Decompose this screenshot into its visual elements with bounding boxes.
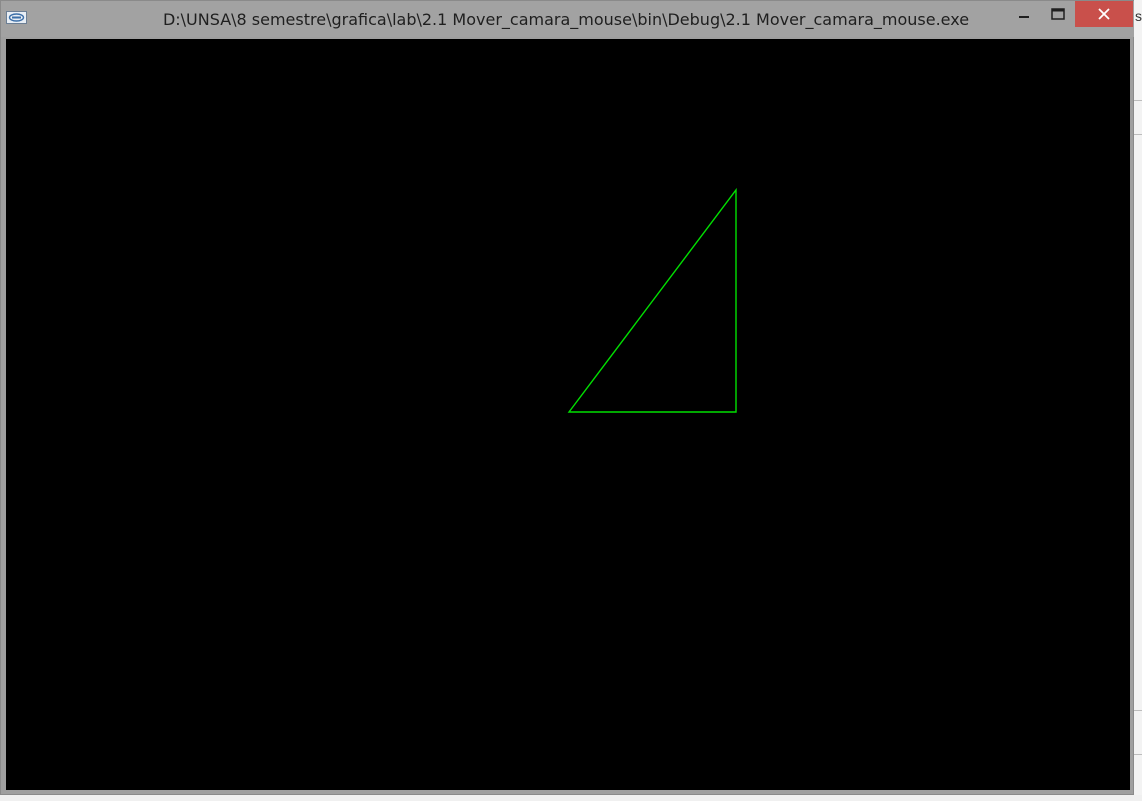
minimize-button[interactable] — [1007, 1, 1041, 27]
edge-divider — [1134, 134, 1142, 135]
app-window: D:\UNSA\8 semestre\grafica\lab\2.1 Mover… — [0, 0, 1135, 795]
background-bottom-edge — [0, 795, 1142, 801]
background-text-fragment: s — [1135, 8, 1142, 24]
application-icon[interactable] — [6, 11, 27, 24]
edge-divider — [1134, 100, 1142, 101]
close-button[interactable] — [1075, 1, 1133, 27]
edge-divider — [1134, 710, 1142, 711]
window-title: D:\UNSA\8 semestre\grafica\lab\2.1 Mover… — [162, 10, 970, 29]
render-canvas — [567, 187, 737, 413]
close-icon — [1098, 5, 1110, 24]
maximize-button[interactable] — [1041, 1, 1075, 27]
background-window-edge — [1134, 0, 1142, 801]
edge-divider — [1134, 754, 1142, 755]
green-triangle — [567, 187, 737, 413]
minimize-icon — [1018, 5, 1030, 24]
title-bar[interactable]: D:\UNSA\8 semestre\grafica\lab\2.1 Mover… — [1, 1, 1135, 37]
render-viewport[interactable] — [6, 39, 1130, 790]
maximize-icon — [1051, 5, 1065, 24]
